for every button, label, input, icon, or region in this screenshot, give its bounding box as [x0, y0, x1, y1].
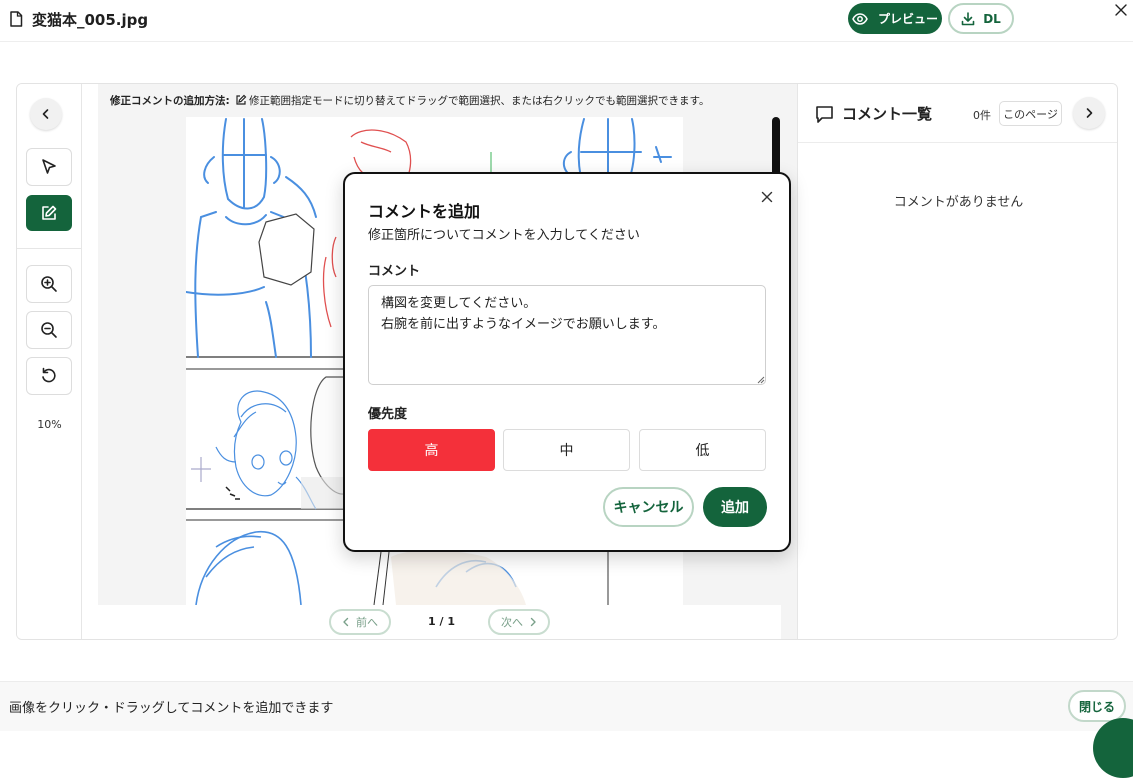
priority-label: 優先度: [368, 407, 408, 422]
zoom-level: 10%: [37, 418, 62, 431]
cursor-icon: [42, 159, 56, 174]
comments-panel: コメント一覧 0件 このページ コメントがありません: [797, 84, 1117, 639]
prev-page-label: 前へ: [356, 616, 378, 629]
next-page-button[interactable]: 次へ: [488, 609, 550, 635]
this-page-filter-button[interactable]: このページ: [999, 101, 1062, 126]
priority-medium-button[interactable]: 中: [503, 429, 630, 471]
preview-button[interactable]: プレビュー: [848, 3, 942, 34]
page-indicator: 1 / 1: [428, 615, 455, 628]
comment-field-label: コメント: [368, 264, 421, 279]
page-pager: 前へ 1 / 1 次へ: [98, 605, 781, 639]
chevron-left-icon: [343, 617, 349, 627]
range-edit-tool-button[interactable]: [26, 195, 72, 231]
comments-header: コメント一覧 0件 このページ: [798, 84, 1117, 143]
select-tool-button[interactable]: [26, 148, 72, 186]
resize-grip-icon[interactable]: [757, 376, 765, 384]
priority-high-button[interactable]: 高: [368, 429, 495, 471]
tool-sidebar: 10%: [17, 84, 82, 639]
window-close-icon[interactable]: [1113, 2, 1129, 18]
cancel-button[interactable]: キャンセル: [603, 487, 694, 527]
next-page-label: 次へ: [501, 616, 523, 629]
preview-label: プレビュー: [877, 12, 938, 26]
footer-bar: 画像をクリック・ドラッグしてコメントを追加できます 閉じる: [0, 681, 1133, 731]
chevron-right-icon: [1086, 108, 1093, 118]
zoom-out-icon: [41, 322, 57, 338]
comment-textarea[interactable]: 構図を変更してください。 右腕を前に出すようなイメージでお願いします。: [368, 285, 766, 385]
file-icon: [10, 11, 23, 27]
add-comment-dialog: コメントを追加 修正箇所についてコメントを入力してください コメント 構図を変更…: [343, 172, 791, 552]
instruction-heading: 修正コメントの追加方法:: [110, 95, 230, 107]
priority-low-button[interactable]: 低: [639, 429, 766, 471]
top-header: 変猫本_005.jpg プレビュー DL: [0, 0, 1133, 42]
collapse-right-button[interactable]: [1073, 97, 1105, 129]
empty-comments-message: コメントがありません: [893, 195, 1024, 210]
zoom-out-button[interactable]: [26, 311, 72, 349]
download-label: DL: [983, 11, 1001, 26]
toolbar-divider: [17, 248, 82, 249]
comments-title: コメント一覧: [842, 105, 933, 123]
comments-count: 0件: [973, 109, 991, 122]
download-button[interactable]: DL: [948, 3, 1014, 34]
collapse-left-button[interactable]: [30, 98, 62, 130]
bottom-strip: [0, 731, 1133, 753]
instruction-text: 修正範囲指定モードに切り替えてドラッグで範囲選択、または右クリックでも範囲選択で…: [249, 95, 710, 107]
zoom-in-button[interactable]: [26, 265, 72, 303]
zoom-in-icon: [41, 276, 57, 292]
rotate-ccw-icon: [42, 367, 56, 383]
chevron-right-icon: [530, 617, 536, 627]
reset-view-button[interactable]: [26, 357, 72, 395]
edit-icon: [236, 94, 247, 105]
dialog-subtitle: 修正箇所についてコメントを入力してください: [368, 228, 640, 243]
file-name: 変猫本_005.jpg: [32, 11, 149, 29]
footer-hint: 画像をクリック・ドラッグしてコメントを追加できます: [9, 701, 334, 716]
edit-icon: [42, 205, 57, 220]
comment-icon: [816, 106, 833, 123]
eye-icon: [852, 12, 868, 25]
add-comment-button[interactable]: 追加: [703, 487, 767, 527]
prev-page-button[interactable]: 前へ: [329, 609, 391, 635]
download-icon: [961, 11, 975, 25]
chevron-left-icon: [42, 109, 49, 119]
close-icon[interactable]: [760, 190, 774, 204]
instruction-banner: 修正コメントの追加方法: 修正範囲指定モードに切り替えてドラッグで範囲選択、また…: [110, 93, 709, 108]
dialog-title: コメントを追加: [368, 202, 481, 221]
close-button[interactable]: 閉じる: [1068, 690, 1126, 722]
